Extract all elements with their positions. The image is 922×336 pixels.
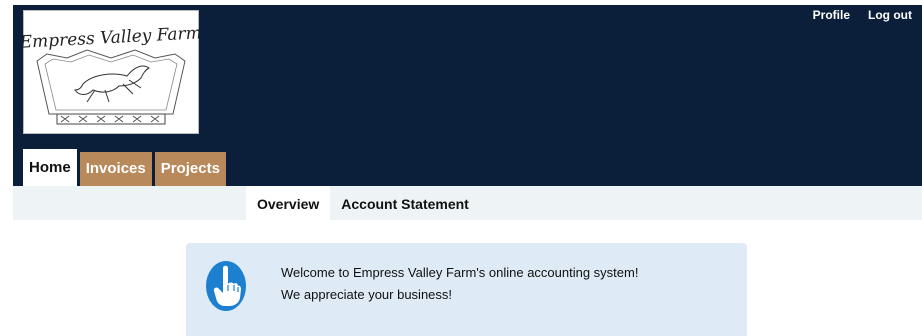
horse-jumping-logo: Empress Valley Farm bbox=[23, 10, 199, 134]
subnav-overview[interactable]: Overview bbox=[246, 186, 331, 220]
subnav-account-statement[interactable]: Account Statement bbox=[330, 186, 480, 220]
account-links: Profile Log out bbox=[813, 8, 912, 22]
sub-navigation: Overview Account Statement bbox=[13, 186, 922, 220]
welcome-panel: Welcome to Empress Valley Farm's online … bbox=[186, 243, 747, 336]
tab-home[interactable]: Home bbox=[23, 149, 77, 186]
farm-logo[interactable]: Empress Valley Farm bbox=[23, 10, 199, 134]
pointing-finger-icon bbox=[206, 261, 246, 311]
tab-invoices[interactable]: Invoices bbox=[79, 152, 152, 186]
logout-link[interactable]: Log out bbox=[868, 8, 912, 22]
welcome-line-1: Welcome to Empress Valley Farm's online … bbox=[281, 265, 639, 280]
tab-projects[interactable]: Projects bbox=[154, 152, 226, 186]
profile-link[interactable]: Profile bbox=[813, 8, 850, 22]
welcome-message: Welcome to Empress Valley Farm's online … bbox=[281, 262, 638, 306]
app-header: Empress Valley Farm Profile Log out Home… bbox=[13, 5, 922, 186]
main-tabs: Home Invoices Projects bbox=[23, 149, 226, 186]
welcome-line-2: We appreciate your business! bbox=[281, 287, 453, 302]
